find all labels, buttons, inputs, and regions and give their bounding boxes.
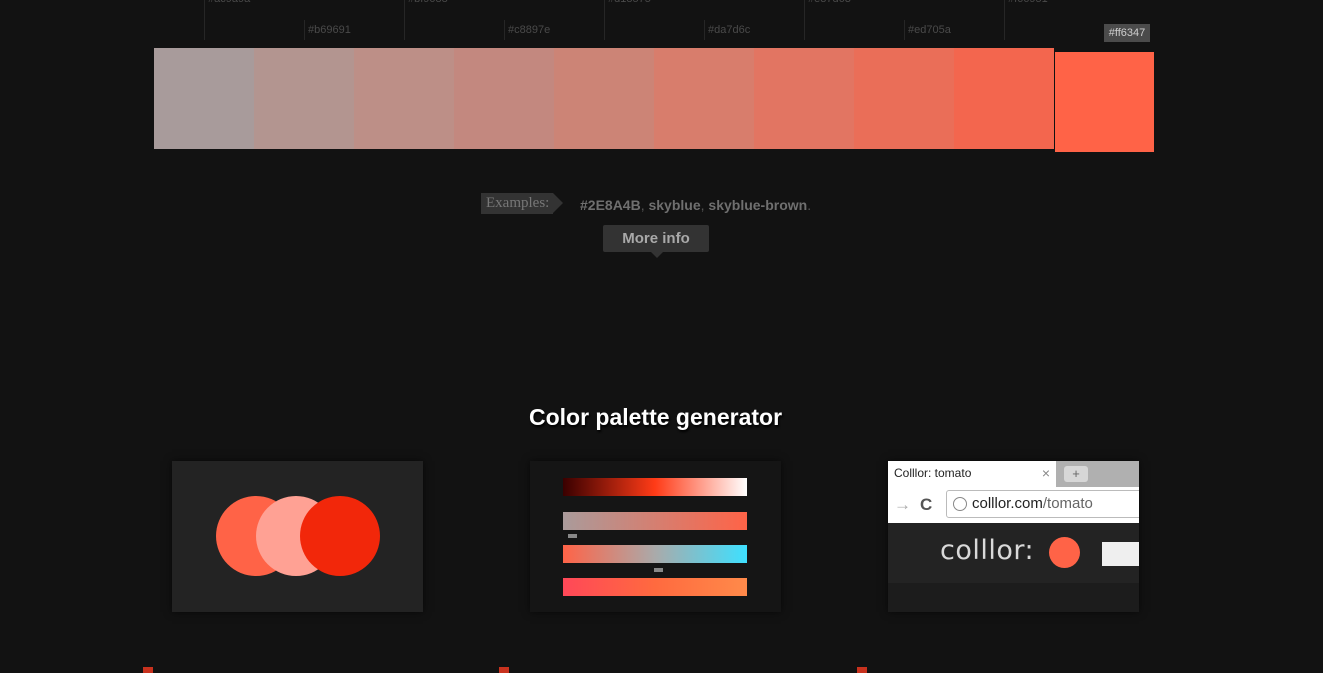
separator: ,	[640, 197, 645, 213]
mini-bar-3	[563, 545, 747, 563]
cut-off-mark	[857, 667, 867, 673]
browser-tab-strip: Colllor: tomato × +	[888, 461, 1139, 487]
palette-swatch[interactable]	[154, 48, 254, 149]
hex-label: #b69691	[308, 24, 351, 36]
palette-swatch[interactable]	[954, 48, 1054, 149]
more-info-button[interactable]: More info	[603, 225, 709, 258]
hex-label: #f66951	[1008, 0, 1048, 5]
globe-icon	[953, 497, 967, 511]
colllor-header: colllor:	[888, 523, 1139, 583]
hex-label: #e37d63	[808, 0, 851, 5]
hex-label: #bf9088	[408, 0, 448, 5]
selected-hex-label: #ff6347	[1104, 24, 1150, 42]
palette-swatch[interactable]	[754, 48, 854, 149]
hex-label: #d18575	[608, 0, 651, 5]
hex-label: #da7d6c	[708, 24, 751, 36]
mini-bar-1	[563, 478, 747, 496]
thumbnail-palette-bars[interactable]	[530, 461, 781, 612]
cut-off-mark	[499, 667, 509, 673]
url-path: /tomato	[1042, 495, 1093, 512]
ruler-tick	[204, 0, 205, 40]
palette-swatch[interactable]	[354, 48, 454, 149]
url-domain: colllor.com	[972, 495, 1043, 512]
mini-marker	[568, 534, 577, 538]
color-input	[1102, 542, 1139, 566]
ruler-tick	[604, 0, 605, 40]
section-title: Color palette generator	[528, 404, 783, 430]
palette-swatch[interactable]	[554, 48, 654, 149]
reload-icon: C	[920, 495, 933, 514]
circle-3	[300, 496, 380, 576]
palette-swatch[interactable]	[254, 48, 354, 149]
palette-swatch[interactable]	[654, 48, 754, 149]
ruler-tick	[304, 20, 305, 40]
thumbnail-circles[interactable]	[172, 461, 423, 612]
url-box: colllor.com/tomato	[946, 490, 1139, 518]
palette-strip	[154, 48, 1054, 149]
hex-label: #c8897e	[508, 24, 551, 36]
palette-swatch[interactable]	[854, 48, 954, 149]
thumbnail-browser[interactable]: Colllor: tomato × + → C colllor.com/toma…	[888, 461, 1139, 612]
colllor-logo: colllor:	[940, 535, 1035, 566]
ruler-tick	[804, 0, 805, 40]
mini-marker	[654, 568, 663, 572]
browser-tab: Colllor: tomato ×	[888, 461, 1056, 487]
palette-swatch[interactable]	[454, 48, 554, 149]
ruler-tick	[904, 20, 905, 40]
ruler-tick	[404, 0, 405, 40]
close-icon: ×	[1041, 465, 1050, 481]
mini-bar-2	[563, 512, 747, 530]
hex-label: #ed705a	[908, 24, 951, 36]
example-link[interactable]: skyblue-brown	[708, 197, 807, 213]
example-link[interactable]: skyblue	[648, 197, 700, 213]
ruler-tick	[704, 20, 705, 40]
example-link[interactable]: #2E8A4B	[580, 197, 641, 213]
end-period: .	[807, 197, 812, 213]
hex-label: #ac9a9a	[208, 0, 250, 5]
separator: ,	[700, 197, 705, 213]
new-tab-icon: +	[1064, 466, 1088, 482]
address-bar: → C colllor.com/tomato	[888, 487, 1139, 523]
color-dot	[1049, 537, 1080, 568]
ruler-tick	[504, 20, 505, 40]
selected-swatch[interactable]	[1055, 52, 1154, 152]
examples-list: #2E8A4B, skyblue, skyblue-brown.	[580, 197, 811, 213]
tab-title: Colllor: tomato	[894, 466, 972, 480]
forward-arrow-icon: →	[894, 495, 911, 514]
examples-tag: Examples:	[481, 193, 564, 214]
mini-bar-4	[563, 578, 747, 596]
browser-bottom	[888, 583, 1139, 612]
cut-off-mark	[143, 667, 153, 673]
ruler-tick	[1004, 0, 1005, 40]
